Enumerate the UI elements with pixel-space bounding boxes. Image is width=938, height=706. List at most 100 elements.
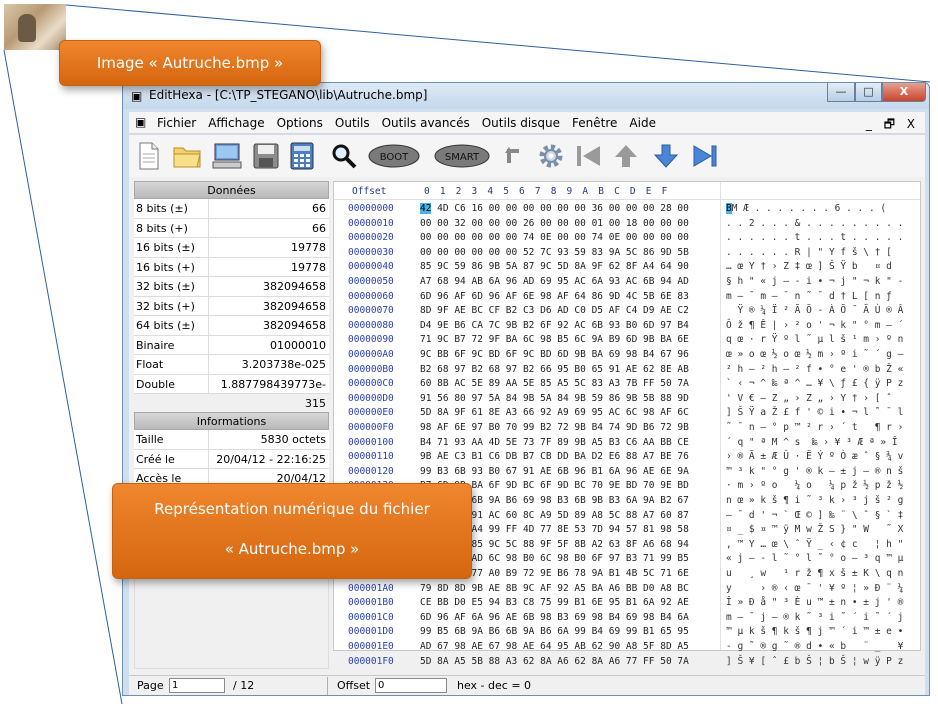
hex-row-bytes[interactable]: B4 71 93 AA 4D 5E 73 7F 89 9B A5 B3 C6 A… [420, 437, 689, 448]
menu-options[interactable]: Options [277, 116, 323, 130]
hex-row-ascii[interactable]: ´ q " ª M ^ s ‰ › ¥ ³ Æ ª » Î [726, 437, 898, 448]
hex-row-ascii[interactable]: ˜ ¯ n — ° p ™ ² r › ´ t ¶ r › [726, 422, 903, 433]
selected-char[interactable]: B [726, 203, 732, 214]
hex-row-ascii[interactable]: · m › º o ¼ o ¼ p ž ½ p ž ½ [726, 480, 903, 491]
hex-row-bytes[interactable]: 00 00 32 00 00 00 26 00 00 00 01 00 18 0… [420, 218, 689, 229]
hex-row-bytes[interactable]: 5D 8A 9F 61 8E A3 66 92 A9 69 95 AC 6C 9… [420, 407, 689, 418]
hex-row-ascii[interactable]: ² h — ² h — ² f • ° e ' ® b Ž « [726, 364, 903, 375]
hex-row-bytes[interactable]: 6D 96 AF 6D 96 AF 6E 98 AF 64 86 9D 4C 5… [420, 291, 689, 302]
first-page-icon[interactable] [573, 140, 603, 172]
minimize-button[interactable]: — [827, 83, 855, 102]
hex-row-ascii[interactable]: œ » o œ ½ o œ ½ m › º i ˜ ´ g – [726, 349, 903, 360]
hex-row-bytes[interactable]: B2 68 97 B2 68 97 B2 66 95 B0 65 91 AE 6… [420, 364, 689, 375]
open-folder-icon[interactable] [171, 140, 203, 172]
hex-row-bytes[interactable]: 99 B5 6B 9A B6 6B 9A B6 6A 99 B4 69 99 B… [420, 626, 689, 637]
hex-row-ascii[interactable]: › ® Ã ± Æ Û · Ë Ý º Ò æ ˆ § ¾ v [726, 451, 903, 462]
new-file-icon[interactable] [135, 140, 163, 172]
donnees-row: 16 bits (±) 19778 [134, 238, 329, 258]
hex-row-bytes[interactable]: AD 67 98 AE 67 98 AE 64 95 AB 62 90 A8 5… [420, 641, 689, 652]
maximize-button[interactable]: □ [855, 83, 882, 102]
hex-row-bytes[interactable]: 99 B3 6B 93 B0 67 91 AE 6B 96 B1 6A 96 A… [420, 466, 689, 477]
calculator-icon[interactable] [287, 140, 317, 172]
hex-row-bytes[interactable]: 8D 9F AE BC CF B2 C3 D6 AD C0 D5 AF C4 D… [420, 305, 689, 316]
hex-row-bytes[interactable]: 5D 8A A5 5B 88 A3 62 8A A6 62 8A A6 77 F… [420, 656, 689, 667]
down-arrow-icon[interactable] [651, 140, 681, 172]
hex-row-ascii[interactable]: . . 2 . . . & . . . . . . . . . [726, 218, 903, 229]
hex-row-ascii[interactable]: y › ® ‹ œ ¯ ' ¥ º ¦ » Ð ¨ ¼ [726, 583, 903, 594]
last-page-icon[interactable] [691, 140, 721, 172]
hex-row-bytes[interactable]: 9C BB 6F 9C BD 6F 9C BD 6D 9B BA 69 98 B… [420, 349, 689, 360]
hex-row-ascii[interactable]: . . . . . . t . . . t . . . . . [726, 232, 903, 243]
mdi-controls[interactable]: _ 🗗 X [866, 115, 919, 136]
settings-gear-icon[interactable] [535, 140, 567, 172]
donnees-row: Double 1.887798439773e-315 [134, 374, 329, 410]
offset-input[interactable] [375, 678, 447, 693]
hex-row-ascii[interactable]: Ÿ ® ¼ Ï ² Ã Ö - À Õ ¯ Ä Ù ® Â [726, 305, 903, 316]
page-input[interactable] [169, 678, 225, 693]
hex-row-bytes[interactable]: 9B AE C3 B1 C6 DB B7 CB DD BA D2 E6 88 A… [420, 451, 689, 462]
document-icon[interactable]: ▣ [135, 115, 146, 129]
hex-row-ascii[interactable]: n œ » k š ¶ i ˜ ³ k › ³ j š ² g [726, 495, 903, 506]
undo-icon[interactable] [501, 140, 531, 172]
hex-row-ascii[interactable]: — ¯ d ' ¬ ` Œ © ] ‰ ¨ \ ˆ § ` ‡ [726, 510, 903, 521]
boot-icon[interactable]: BOOT [367, 140, 421, 172]
search-icon[interactable] [329, 140, 359, 172]
donnees-key: 16 bits (+) [134, 257, 209, 276]
hex-row-offset: 000001F0 [348, 655, 394, 667]
hex-row-bytes[interactable]: 00 00 00 00 00 00 74 0E 00 00 74 0E 00 0… [420, 232, 689, 243]
hex-row-ascii[interactable]: m – ¯ j – ® k ˜ ³ i ˜ ´ i ˜ ´ j [726, 612, 903, 623]
hex-row-ascii[interactable]: . . . . . . R | " Y f š \ † [ [726, 247, 898, 258]
hex-row-bytes[interactable]: CE BB D0 E5 94 B3 C8 75 99 B1 6E 95 B1 6… [420, 597, 689, 608]
up-arrow-icon[interactable] [611, 140, 641, 172]
menu-affichage[interactable]: Affichage [208, 116, 264, 130]
hex-row-ascii[interactable]: Î » Ð å " ³ È u ™ ± n • ± j ' ® [726, 597, 903, 608]
hex-row-ascii[interactable]: Ô ž ¶ Ê | › ² o ' ¬ k " ° m — ´ [726, 320, 903, 331]
hex-row-bytes[interactable]: 98 AF 6E 97 B0 70 99 B2 72 9B B4 74 9D B… [420, 422, 689, 433]
donnees-key: 16 bits (±) [134, 238, 209, 257]
image-callout: Image « Autruche.bmp » [59, 40, 321, 86]
menu-outils-disque[interactable]: Outils disque [482, 116, 560, 130]
menu-outils-avances[interactable]: Outils avancés [382, 116, 470, 130]
hex-row-bytes[interactable]: 4D C6 16 00 00 00 00 00 00 36 00 00 00 2… [420, 203, 689, 214]
hex-row-ascii[interactable]: ] Š Ÿ a Ž £ f ' © i • ¬ l ˜ ¯ l [726, 407, 903, 418]
hex-row-ascii[interactable]: M Æ . . . . . . . 6 . . . ( [726, 203, 886, 214]
hex-row-bytes[interactable]: 6D 96 AF 6A 96 AE 6B 98 B3 69 98 B4 69 9… [420, 612, 689, 623]
hex-row-ascii[interactable]: ™ ³ k " ° g ' ® k – ± j – ® n š [726, 466, 903, 477]
hex-row-ascii[interactable]: q œ · r Ÿ º l ˜ µ l š ¹ m › º n [726, 334, 903, 345]
smart-icon[interactable]: SMART [433, 140, 491, 172]
hex-row-bytes[interactable]: D4 9E B6 CA 7C 9B B2 6F 92 AC 6B 93 B0 6… [420, 320, 689, 331]
save-icon[interactable] [251, 140, 281, 172]
hex-row-ascii[interactable]: ‚ ™ Y … œ \ ˆ Ÿ _ ‹ ¢ c ¦ h " [726, 539, 903, 550]
hex-row-ascii[interactable]: u ¸ w ¹ r ž ¶ x š ± K \ q n [726, 568, 903, 579]
hex-row-ascii[interactable]: ¤ _ $ ¤ ™ ÿ M w Ž S } " W ˜ X [726, 524, 903, 535]
hex-row-bytes[interactable]: 79 8D 8D 9B AE 8B 9C AF 92 A5 BA A6 BB D… [420, 583, 689, 594]
hex-row-ascii[interactable]: « j – - l ˜ ° l ˜ ° o — ³ q ™ µ [726, 553, 903, 564]
hex-row-offset: 00000090 [348, 334, 394, 346]
donnees-header: Données [134, 181, 329, 199]
hex-row-ascii[interactable]: ` ‹ ¬ ^ ‰ ª ^ … ¥ \ ƒ £ { ÿ P z [726, 378, 903, 389]
hex-row-bytes[interactable]: A7 68 94 AB 6A 96 AD 69 95 AC 6A 93 AC 6… [420, 276, 689, 287]
hex-row-ascii[interactable]: … œ Y † › Z ‡ œ ] Š Ÿ b ¤ d [726, 261, 892, 272]
hex-row-ascii[interactable]: ' V € — Z „ › Z „ › Y † › [ ˆ [726, 393, 903, 404]
menu-fenetre[interactable]: Fenêtre [572, 116, 617, 130]
hex-row-bytes[interactable]: 71 9C B7 72 9F BA 6C 98 B5 6C 9A B9 6D 9… [420, 334, 689, 345]
close-button[interactable]: X [882, 83, 926, 102]
hex-row-bytes[interactable]: 85 9C 59 86 9B 5A 87 9C 5D 8A 9F 62 8F A… [420, 261, 689, 272]
drive-icon[interactable] [211, 140, 243, 172]
hex-row-ascii[interactable]: ] Š ¥ [ ˆ £ b Š ¦ b Š ¦ w ÿ P z [726, 656, 903, 667]
menu-aide[interactable]: Aide [629, 116, 656, 130]
hex-row-ascii[interactable]: § h " « j – - i • ¬ j " ¬ k " - [726, 276, 903, 287]
hex-row-offset: 00000080 [348, 319, 394, 331]
selected-byte[interactable]: 42 [420, 203, 432, 214]
hex-view[interactable]: Offset 0 1 2 3 4 5 6 7 8 9 A B C D E F 0… [333, 181, 921, 667]
representation-callout: Représentation numérique du fichier « Au… [112, 483, 472, 579]
menu-outils[interactable]: Outils [335, 116, 370, 130]
hex-row-ascii[interactable]: m – ¯ m – ¯ n ˜ ¯ d † L [ n ƒ [726, 291, 892, 302]
hex-row-bytes[interactable]: 00 00 00 00 00 00 52 7C 93 59 83 9A 5C 8… [420, 247, 689, 258]
hex-row-bytes[interactable]: 91 56 80 97 5A 84 9B 5A 84 9B 59 86 9B 5… [420, 393, 689, 404]
menu-fichier[interactable]: Fichier [157, 116, 196, 130]
hex-row-ascii[interactable]: ™ µ k š ¶ k š ¶ j ™ ´ i ™ ± e • [726, 626, 903, 637]
hex-row: 00000110 9B AE C3 B1 C6 DB B7 CB DD BA D2… [334, 450, 920, 465]
hex-row-ascii[interactable]: - g ˜ ® g ˜ ® d • « b ¨ _ ¥ [726, 641, 903, 652]
hex-row-bytes[interactable]: 60 8B AC 5E 89 AA 5E 85 A5 5C 83 A3 7B F… [420, 378, 689, 389]
